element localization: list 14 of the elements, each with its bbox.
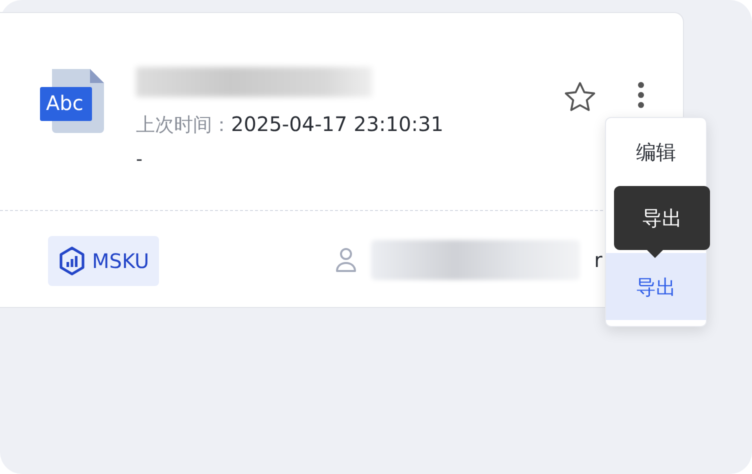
msku-tag: MSKU <box>48 236 160 286</box>
more-icon[interactable] <box>637 81 645 111</box>
user-icon <box>335 247 358 273</box>
tooltip: 导出 <box>614 186 710 250</box>
time-value: 2025-04-17 23:10:31 <box>231 111 444 138</box>
menu-item[interactable]: 导出 <box>606 253 706 320</box>
star-icon[interactable] <box>563 81 597 113</box>
file-type-label: Abc <box>46 91 84 115</box>
document-icon <box>40 67 106 135</box>
time-label: 上次时间： <box>136 113 231 138</box>
tooltip-arrow <box>646 249 664 258</box>
note-text: - <box>136 148 142 172</box>
hexagon-chart-icon <box>58 246 86 276</box>
owner-name-text: r <box>594 247 602 274</box>
